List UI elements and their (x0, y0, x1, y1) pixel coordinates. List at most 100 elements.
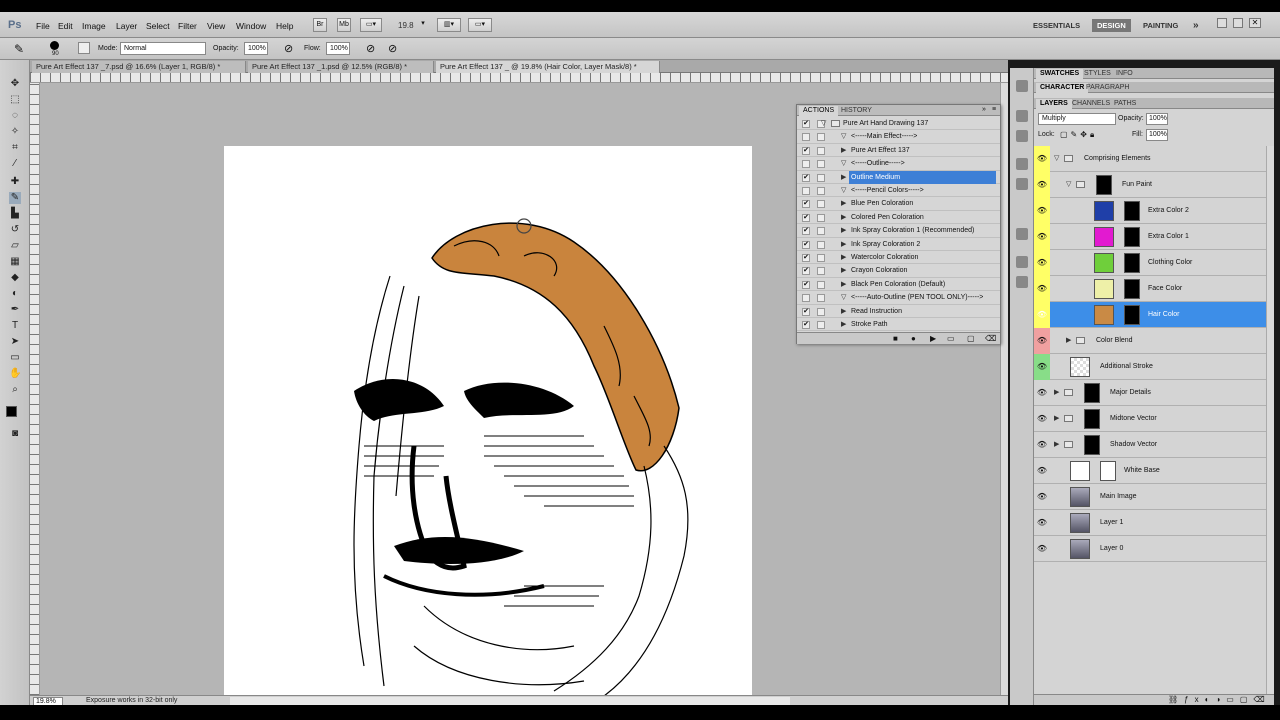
tab-paragraph[interactable]: PARAGRAPH (1082, 83, 1133, 93)
dialog-toggle-icon[interactable] (817, 294, 825, 303)
vertical-scrollbar[interactable] (1000, 83, 1008, 695)
eyedropper-tool-icon[interactable]: ⁄ (9, 158, 21, 170)
layer-thumbnail[interactable] (1070, 461, 1090, 481)
collapse-panel-icon[interactable]: » (982, 106, 986, 113)
layer-row[interactable]: 👁︎ Layer 0 (1034, 536, 1266, 562)
layer-row[interactable]: 👁︎ Additional Stroke (1034, 354, 1266, 380)
visibility-eye-icon[interactable]: 👁︎ (1034, 172, 1050, 198)
panel-icon-1[interactable] (1016, 80, 1028, 92)
hand-tool-icon[interactable]: ✋ (9, 368, 21, 380)
dialog-toggle-icon[interactable] (817, 254, 825, 262)
layer-row[interactable]: 👁︎ Clothing Color (1034, 250, 1266, 276)
action-toggle-checkbox[interactable]: ✔ (802, 227, 810, 236)
expand-triangle-icon[interactable]: ▽ (841, 184, 846, 197)
expand-triangle-icon[interactable]: ▶ (841, 305, 846, 318)
expand-triangle-icon[interactable]: ▽ (841, 157, 846, 170)
visibility-eye-icon[interactable]: 👁︎ (1034, 146, 1050, 172)
panel-icon-4[interactable] (1016, 158, 1028, 170)
action-toggle-checkbox[interactable]: ✔ (802, 280, 810, 289)
action-row[interactable]: ✔ ▶ Read Instruction (797, 305, 1000, 318)
foreground-color-swatch[interactable] (6, 406, 17, 417)
visibility-eye-icon[interactable]: 👁︎ (1034, 328, 1050, 354)
layer-thumbnail[interactable] (1094, 279, 1114, 299)
menu-file[interactable]: File (36, 21, 50, 31)
layer-row[interactable]: 👁︎ Hair Color (1034, 302, 1266, 328)
menu-edit[interactable]: Edit (58, 21, 73, 31)
expand-group-icon[interactable]: ▶ (1054, 380, 1059, 406)
dialog-toggle-icon[interactable] (817, 173, 825, 182)
brush-tool-icon[interactable]: ✎ (14, 42, 24, 56)
menu-window[interactable]: Window (236, 21, 266, 31)
blend-mode-select[interactable]: Multiply (1038, 113, 1116, 125)
dialog-toggle-icon[interactable] (817, 146, 825, 155)
action-row[interactable]: ✔ ▶ Pure Art Effect 137 (797, 144, 1000, 158)
dialog-toggle-icon[interactable] (817, 213, 825, 222)
tab-layers[interactable]: LAYERS (1036, 99, 1072, 109)
action-row[interactable]: ▽ <-----Auto-Outline (PEN TOOL ONLY)-----… (797, 291, 1000, 305)
action-row[interactable]: ✔ ▶ Stroke Path (797, 318, 1000, 332)
visibility-eye-icon[interactable]: 👁︎ (1034, 250, 1050, 276)
minimize-icon[interactable] (1217, 18, 1227, 28)
action-toggle-checkbox[interactable]: ✔ (802, 307, 810, 316)
action-toggle-checkbox[interactable] (802, 187, 810, 195)
layer-row[interactable]: 👁︎ Layer 1 (1034, 510, 1266, 536)
panel-icon-3[interactable] (1016, 130, 1028, 142)
dialog-toggle-icon[interactable] (817, 187, 825, 195)
layer-row[interactable]: 👁︎ Face Color (1034, 276, 1266, 302)
menu-layer[interactable]: Layer (116, 21, 137, 31)
expand-triangle-icon[interactable]: ▶ (841, 144, 846, 157)
expand-group-icon[interactable]: ▶ (1054, 406, 1059, 432)
type-tool-icon[interactable]: T (9, 320, 21, 332)
workspace-design[interactable]: DESIGN (1092, 19, 1131, 32)
panel-icon-6[interactable] (1016, 228, 1028, 240)
layer-row[interactable]: 👁︎ ▶ Color Blend (1034, 328, 1266, 354)
pen-tool-icon[interactable]: ✒ (9, 304, 21, 316)
menu-filter[interactable]: Filter (178, 21, 197, 31)
action-row[interactable]: ✔ ▶ Ink Spray Coloration 2 (797, 238, 1000, 251)
expand-triangle-icon[interactable]: ▶ (841, 251, 846, 264)
expand-triangle-icon[interactable]: ▶ (841, 197, 846, 210)
layer-mask-thumbnail[interactable] (1084, 435, 1100, 455)
workspace-essentials[interactable]: ESSENTIALS (1028, 19, 1085, 32)
action-toggle-checkbox[interactable]: ✔ (802, 254, 810, 262)
action-row[interactable]: ✔ ▶ Black Pen Coloration (Default) (797, 278, 1000, 292)
pressure-size-icon[interactable]: ⊘ (388, 42, 397, 55)
expand-triangle-icon[interactable]: ▶ (841, 278, 846, 291)
panel-icon-5[interactable] (1016, 178, 1028, 190)
brush-panel-icon[interactable] (78, 42, 90, 54)
screen-mode-button[interactable]: ▭▾ (468, 18, 492, 32)
menu-help[interactable]: Help (276, 21, 293, 31)
gradient-tool-icon[interactable]: ▦ (9, 256, 21, 268)
dialog-toggle-icon[interactable] (817, 321, 825, 329)
zoom-dropdown-icon[interactable]: ▾ (418, 18, 428, 32)
tab-swatches[interactable]: SWATCHES (1036, 69, 1084, 79)
tab-channels[interactable]: CHANNELS (1068, 99, 1114, 109)
expand-group-icon[interactable]: ▽ (1054, 146, 1059, 172)
expand-triangle-icon[interactable]: ▶ (841, 211, 846, 224)
quick-mask-icon[interactable]: ◙ (9, 428, 21, 440)
pressure-opacity-icon[interactable]: ⊘ (284, 42, 293, 55)
layer-mask-thumbnail[interactable] (1124, 253, 1140, 273)
layer-thumbnail[interactable] (1094, 253, 1114, 273)
shape-tool-icon[interactable]: ▭ (9, 352, 21, 364)
layer-thumbnail[interactable] (1070, 487, 1090, 507)
dialog-toggle-icon[interactable] (817, 160, 825, 169)
panel-icon-2[interactable] (1016, 110, 1028, 122)
expand-triangle-icon[interactable]: ▶ (841, 224, 846, 237)
expand-triangle-icon[interactable]: ▶ (841, 171, 846, 184)
lasso-tool-icon[interactable]: ◌ (9, 110, 21, 122)
record-icon[interactable]: ● (911, 334, 916, 343)
layer-opacity-field[interactable]: 100% (1146, 113, 1168, 125)
layer-thumbnail[interactable] (1094, 227, 1114, 247)
action-row[interactable]: ✔ ▶ Blue Pen Coloration (797, 197, 1000, 211)
horizontal-scrollbar[interactable] (230, 697, 790, 705)
tab-styles[interactable]: STYLES (1080, 69, 1115, 79)
doc-tab-1[interactable]: Pure Art Effect 137 _7.psd @ 16.6% (Laye… (32, 61, 246, 73)
stamp-tool-icon[interactable]: ▙ (9, 208, 21, 220)
brush-preset-icon[interactable] (50, 41, 59, 50)
action-row[interactable]: ✔ ▶ Crayon Coloration (797, 264, 1000, 278)
layer-row[interactable]: 👁︎ ▶ Midtone Vector (1034, 406, 1266, 432)
menu-view[interactable]: View (207, 21, 225, 31)
layer-thumbnail[interactable] (1070, 539, 1090, 559)
action-row[interactable]: ✔ ▶ Colored Pen Coloration (797, 211, 1000, 225)
